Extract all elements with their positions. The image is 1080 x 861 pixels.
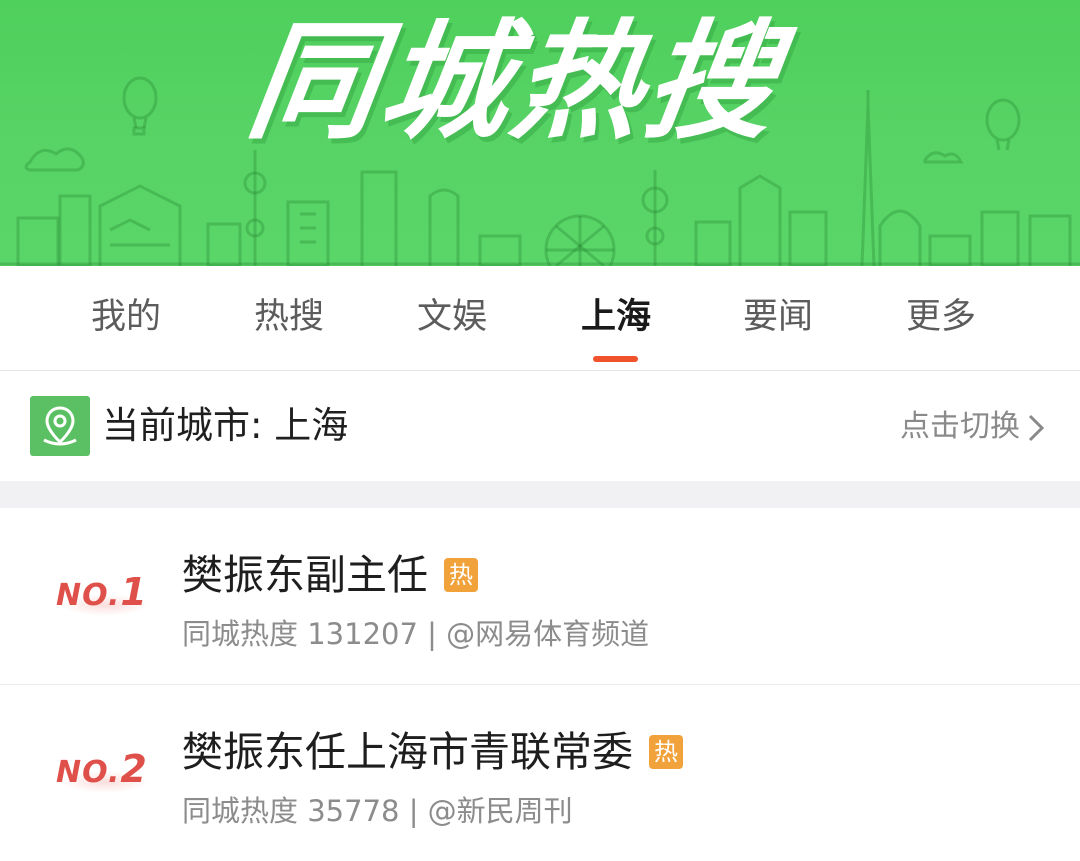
tab-bar: 我的 热搜 文娱 上海 要闻 更多 (0, 266, 1080, 371)
hot-badge: 热 (444, 558, 478, 592)
switch-city-button[interactable]: 点击切换 (900, 407, 1020, 447)
item-title-text: 樊振东任上海市青联常委 (182, 728, 633, 776)
current-city-bar: 当前城市: 上海 点击切换 (0, 371, 1080, 481)
chevron-right-icon[interactable] (1026, 413, 1046, 443)
rank-prefix: NO. (56, 755, 121, 790)
location-pin-icon (30, 396, 90, 456)
item-meta: 同城热度 35778 | @新民周刊 (182, 794, 573, 828)
rank-prefix: NO. (56, 578, 121, 613)
tab-shanghai[interactable]: 上海 (546, 294, 686, 340)
hot-badge: 热 (649, 735, 683, 769)
item-meta: 同城热度 131207 | @网易体育频道 (182, 617, 650, 651)
current-city-label: 当前城市: 上海 (102, 404, 349, 447)
tab-mine[interactable]: 我的 (56, 294, 196, 340)
tab-entertainment[interactable]: 文娱 (382, 294, 522, 340)
section-separator (0, 481, 1080, 508)
item-title-text: 樊振东副主任 (182, 551, 428, 599)
hot-search-item[interactable]: NO.1 樊振东副主任热 同城热度 131207 | @网易体育频道 (0, 508, 1080, 684)
item-title[interactable]: 樊振东副主任热 (182, 548, 478, 602)
banner-title: 同城热搜 (239, 8, 789, 157)
tab-hot-search[interactable]: 热搜 (219, 294, 359, 340)
rank-number: 2 (120, 747, 148, 791)
rank-number: 1 (120, 570, 148, 614)
rank-label: NO.1 (56, 570, 148, 614)
banner: 同城热搜 (0, 0, 1080, 266)
tab-headlines[interactable]: 要闻 (708, 294, 848, 340)
hot-search-item[interactable]: NO.2 樊振东任上海市青联常委热 同城热度 35778 | @新民周刊 (0, 685, 1080, 861)
item-title[interactable]: 樊振东任上海市青联常委热 (182, 725, 683, 779)
rank-label: NO.2 (56, 747, 148, 791)
active-tab-indicator (593, 356, 638, 362)
tab-more[interactable]: 更多 (871, 294, 1011, 340)
